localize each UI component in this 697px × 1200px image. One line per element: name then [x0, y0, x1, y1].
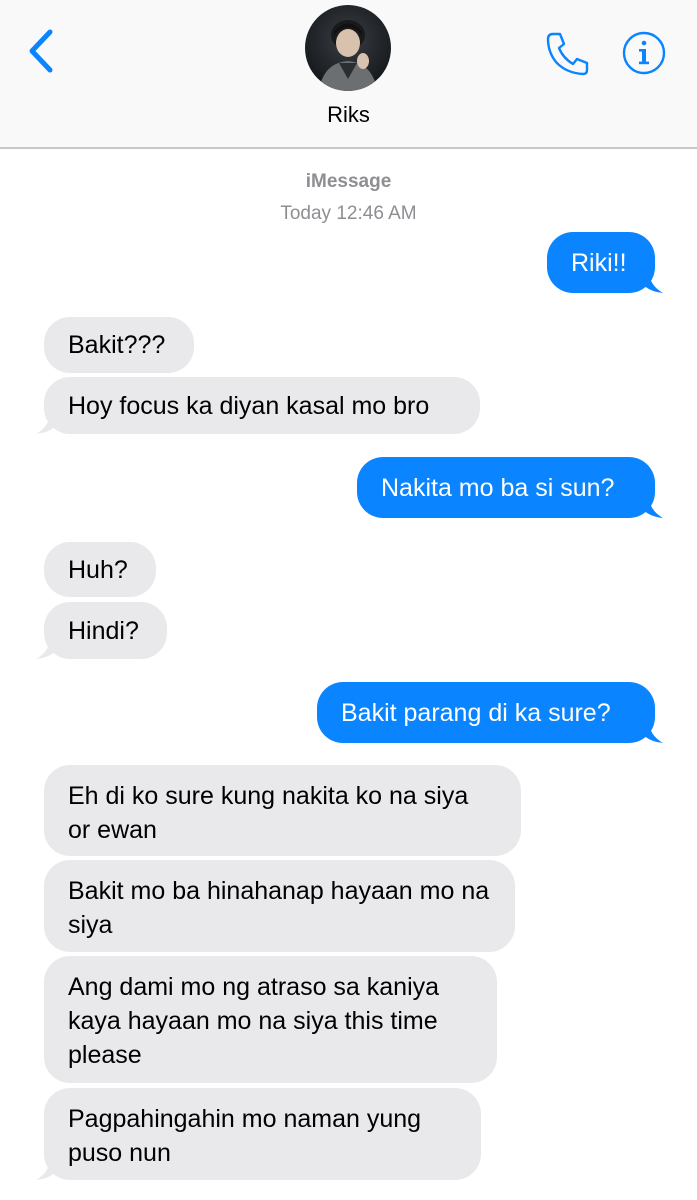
message-text: Ang dami mo ng atraso sa kaniya kaya hay… — [68, 973, 440, 1069]
message-text: Pagpahingahin mo naman yung puso nun — [68, 1105, 422, 1167]
message-bubble-outgoing[interactable]: Nakita mo ba si sun? — [357, 457, 655, 518]
bubble-tail — [635, 496, 663, 518]
message-bubble-outgoing[interactable]: Bakit parang di ka sure? — [317, 682, 655, 743]
service-label: iMessage — [305, 171, 392, 192]
info-button[interactable] — [621, 30, 667, 76]
timestamp: Today 12:46 AM — [280, 203, 417, 224]
message-bubble-incoming[interactable]: Hoy focus ka diyan kasal mo bro — [44, 377, 480, 434]
contact-name[interactable]: Riks — [0, 102, 697, 128]
bubble-tail — [36, 1158, 64, 1180]
conversation-screen: Riks iMessage Today 12:46 AM Riki!! Baki… — [0, 0, 697, 1200]
message-bubble-incoming[interactable]: Pagpahingahin mo naman yung puso nun — [44, 1088, 481, 1180]
message-text: Hindi? — [68, 616, 139, 645]
info-icon — [622, 31, 666, 75]
message-bubble-incoming[interactable]: Bakit mo ba hinahanap hayaan mo na siya — [44, 860, 515, 952]
message-text: Bakit mo ba hinahanap hayaan mo na siya — [68, 877, 490, 939]
back-button[interactable] — [22, 26, 62, 76]
message-bubble-incoming[interactable]: Huh? — [44, 542, 156, 597]
avatar[interactable] — [305, 5, 391, 91]
avatar-photo — [305, 5, 391, 91]
message-text: Nakita mo ba si sun? — [381, 473, 615, 502]
chevron-left-icon — [29, 29, 53, 73]
message-text: Huh? — [68, 555, 128, 584]
bubble-tail — [635, 721, 663, 743]
message-text: Bakit??? — [68, 331, 166, 359]
message-bubble-incoming[interactable]: Ang dami mo ng atraso sa kaniya kaya hay… — [44, 956, 497, 1083]
bubble-tail — [36, 637, 64, 659]
call-button[interactable] — [542, 28, 594, 80]
bubble-tail — [36, 412, 64, 434]
message-text: Bakit parang di ka sure? — [341, 698, 611, 727]
conversation-header: Riks — [0, 0, 697, 149]
phone-icon — [546, 32, 589, 76]
message-bubble-incoming[interactable]: Eh di ko sure kung nakita ko na siya or … — [44, 765, 521, 856]
message-text: Eh di ko sure kung nakita ko na siya or … — [68, 782, 469, 844]
message-text: Hoy focus ka diyan kasal mo bro — [68, 391, 430, 420]
message-text: Riki!! — [571, 248, 627, 277]
bubble-tail — [635, 271, 663, 293]
message-bubble-incoming[interactable]: Bakit??? — [44, 317, 194, 373]
